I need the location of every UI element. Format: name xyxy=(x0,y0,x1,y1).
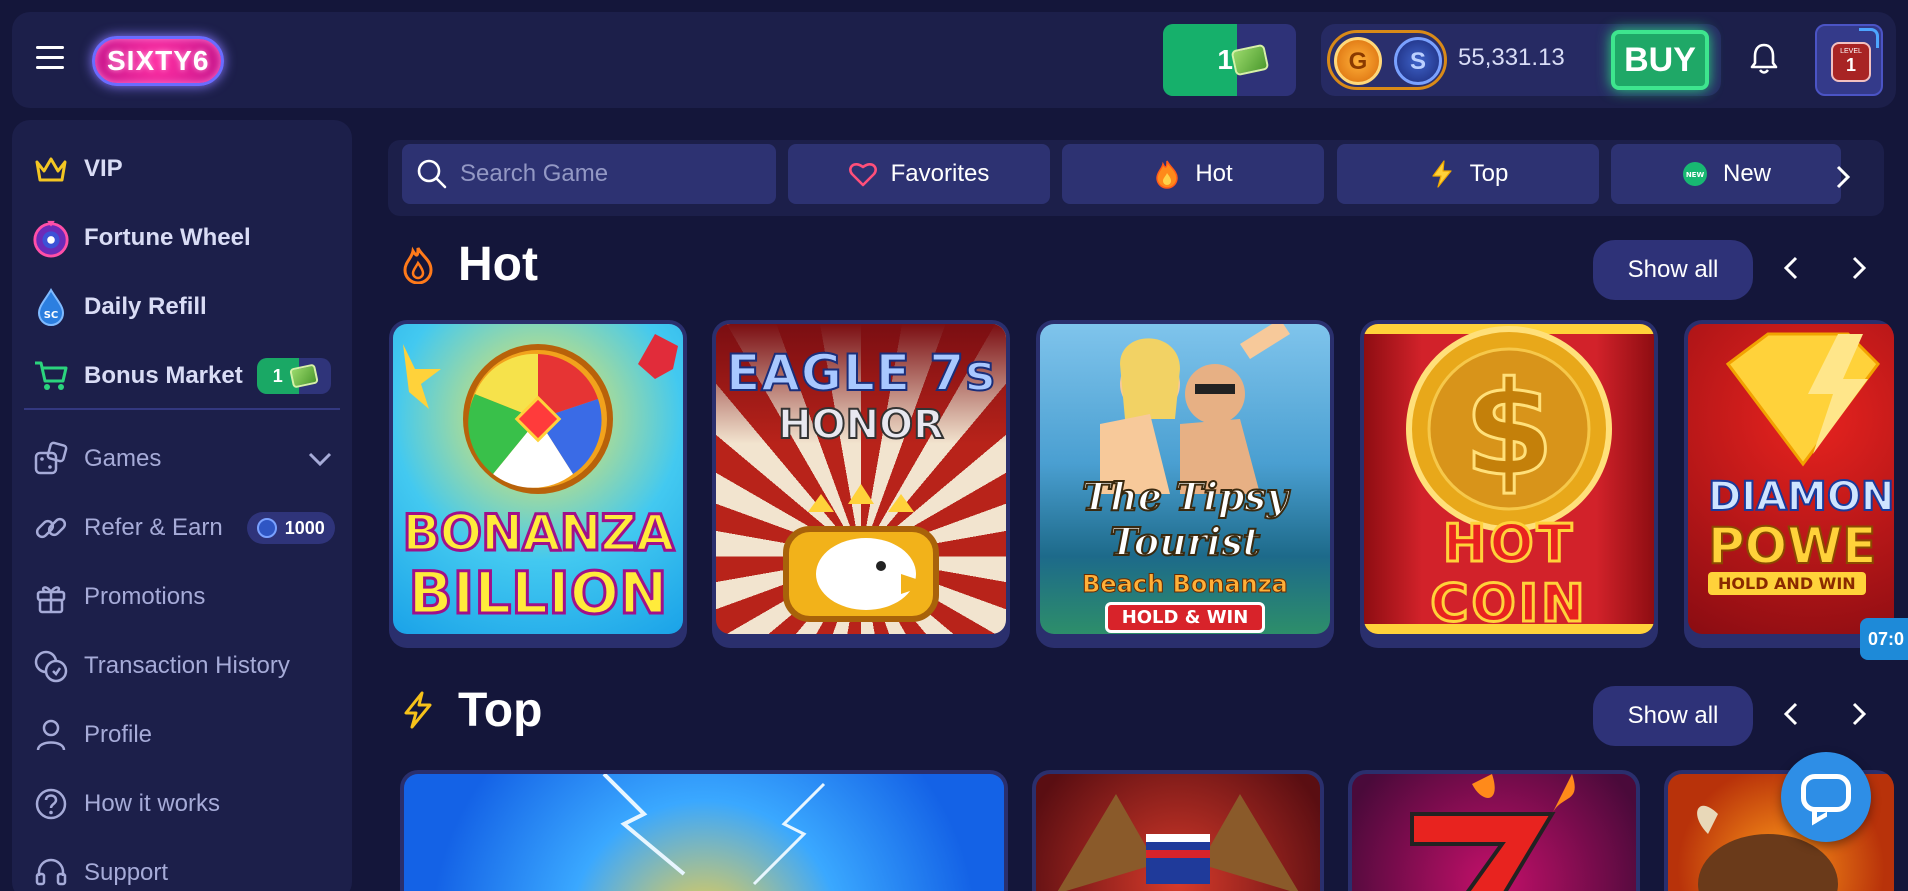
timer-badge[interactable]: 07:0 xyxy=(1860,618,1908,660)
coins-icon xyxy=(32,647,70,685)
question-icon xyxy=(32,785,70,823)
tab-favorites[interactable]: Favorites xyxy=(788,144,1050,204)
top-game-card-lightning[interactable] xyxy=(400,770,1008,891)
top-section-title: Top xyxy=(398,680,542,740)
lightning-icon xyxy=(1428,160,1456,188)
chevron-down-icon[interactable] xyxy=(308,452,332,466)
buy-button[interactable]: BUY xyxy=(1611,30,1709,90)
tickets-pill[interactable]: 1 xyxy=(1163,24,1296,96)
top-next-arrow-icon[interactable] xyxy=(1844,700,1872,728)
link-icon xyxy=(32,509,70,547)
headset-icon xyxy=(32,854,70,891)
top-show-all-button[interactable]: Show all xyxy=(1593,686,1753,746)
main-content: Favorites Hot Top NEW xyxy=(388,140,1894,891)
game-card-tipsy-tourist[interactable]: The Tipsy Tourist Beach Bonanza HOLD & W… xyxy=(1036,320,1334,648)
sidebar-item-support[interactable]: Support xyxy=(32,850,168,891)
sidebar-item-daily-refill[interactable]: SC Daily Refill xyxy=(32,284,207,330)
top-game-card-eagle[interactable] xyxy=(1032,770,1324,891)
bell-icon[interactable] xyxy=(1748,42,1780,76)
user-icon xyxy=(32,716,70,754)
sidebar-item-refer-earn[interactable]: Refer & Earn 1000 xyxy=(32,505,335,551)
bonus-market-badge: 1 xyxy=(256,358,331,394)
currency-toggle[interactable]: G S xyxy=(1327,30,1447,90)
tickets-count: 1 xyxy=(1217,44,1233,75)
game-card-diamond-power[interactable]: DIAMON POWE HOLD AND WIN xyxy=(1684,320,1894,648)
hot-next-arrow-icon[interactable] xyxy=(1844,254,1872,282)
top-header: SIXTY6 1 G S 55,331.13 BUY LEVEL 1 xyxy=(12,12,1896,108)
logo[interactable]: SIXTY6 xyxy=(92,36,225,86)
tab-top[interactable]: Top xyxy=(1337,144,1599,204)
game-card-bonanza-billion[interactable]: BONANZA BILLION xyxy=(389,320,687,648)
search-box[interactable] xyxy=(402,144,776,204)
refer-earn-badge: 1000 xyxy=(246,512,335,544)
hot-show-all-button[interactable]: Show all xyxy=(1593,240,1753,300)
sidebar-item-vip[interactable]: VIP xyxy=(32,146,123,192)
gift-icon xyxy=(32,578,70,616)
cart-icon xyxy=(32,357,70,395)
game-card-title: The Tipsy Tourist Beach Bonanza HOLD & W… xyxy=(1040,473,1330,633)
drop-icon: SC xyxy=(32,288,70,326)
svg-text:$: $ xyxy=(1464,353,1554,505)
sidebar-item-transaction-history[interactable]: Transaction History xyxy=(32,643,290,689)
dice-icon xyxy=(32,440,70,478)
chat-icon xyxy=(1801,774,1851,812)
sidebar-item-how-it-works[interactable]: How it works xyxy=(32,781,220,827)
game-card-hot-coin[interactable]: $ HOT COIN xyxy=(1360,320,1658,648)
top-prev-arrow-icon[interactable] xyxy=(1778,700,1806,728)
sidebar-item-fortune-wheel[interactable]: Fortune Wheel xyxy=(32,215,251,261)
hot-section-title: Hot xyxy=(398,234,538,294)
flame-icon xyxy=(1153,160,1181,189)
currency-pill: G S 55,331.13 BUY xyxy=(1321,24,1721,96)
game-card-eagle-honor[interactable]: EAGLE 7s HONOR xyxy=(712,320,1010,648)
heart-icon xyxy=(848,160,877,188)
game-card-title: DIAMON POWE HOLD AND WIN xyxy=(1707,473,1894,595)
balance: 55,331.13 xyxy=(1458,44,1565,71)
game-card-title: BONANZA BILLION xyxy=(401,503,676,627)
sidebar-item-promotions[interactable]: Promotions xyxy=(32,574,205,620)
level-badge: LEVEL 1 xyxy=(1831,42,1871,82)
svg-text:SC: SC xyxy=(44,310,59,321)
svg-text:NEW: NEW xyxy=(1686,171,1705,179)
wheel-icon xyxy=(32,219,70,258)
game-card-title: EAGLE 7s HONOR xyxy=(725,343,996,449)
filter-bar: Favorites Hot Top NEW xyxy=(388,140,1884,216)
tabs-scroll-right-icon[interactable] xyxy=(1828,162,1858,192)
tab-new[interactable]: NEW New xyxy=(1611,144,1841,204)
crown-icon xyxy=(32,150,70,188)
search-icon xyxy=(417,159,447,189)
flame-icon xyxy=(403,246,433,284)
gold-coin-icon: G xyxy=(1334,37,1382,85)
sidebar-item-profile[interactable]: Profile xyxy=(32,712,152,758)
sidebar: VIP Fortune Wheel SC Daily Refill Bonus … xyxy=(12,120,352,891)
search-input[interactable] xyxy=(460,144,760,204)
chat-button[interactable] xyxy=(1781,752,1871,842)
lightning-icon xyxy=(404,691,432,729)
avatar[interactable]: LEVEL 1 xyxy=(1815,24,1883,96)
top-game-card-sevens[interactable] xyxy=(1348,770,1640,891)
hot-prev-arrow-icon[interactable] xyxy=(1778,254,1806,282)
sidebar-item-games[interactable]: Games xyxy=(32,436,332,482)
new-badge-icon: NEW xyxy=(1681,160,1709,188)
tab-hot[interactable]: Hot xyxy=(1062,144,1324,204)
sidebar-item-bonus-market[interactable]: Bonus Market 1 xyxy=(32,353,331,399)
ticket-icon xyxy=(1230,43,1270,77)
menu-icon[interactable] xyxy=(36,46,64,70)
sweeps-coin-icon: S xyxy=(1394,37,1442,85)
sidebar-divider xyxy=(24,408,340,410)
game-card-title: HOT COIN xyxy=(1429,513,1588,635)
